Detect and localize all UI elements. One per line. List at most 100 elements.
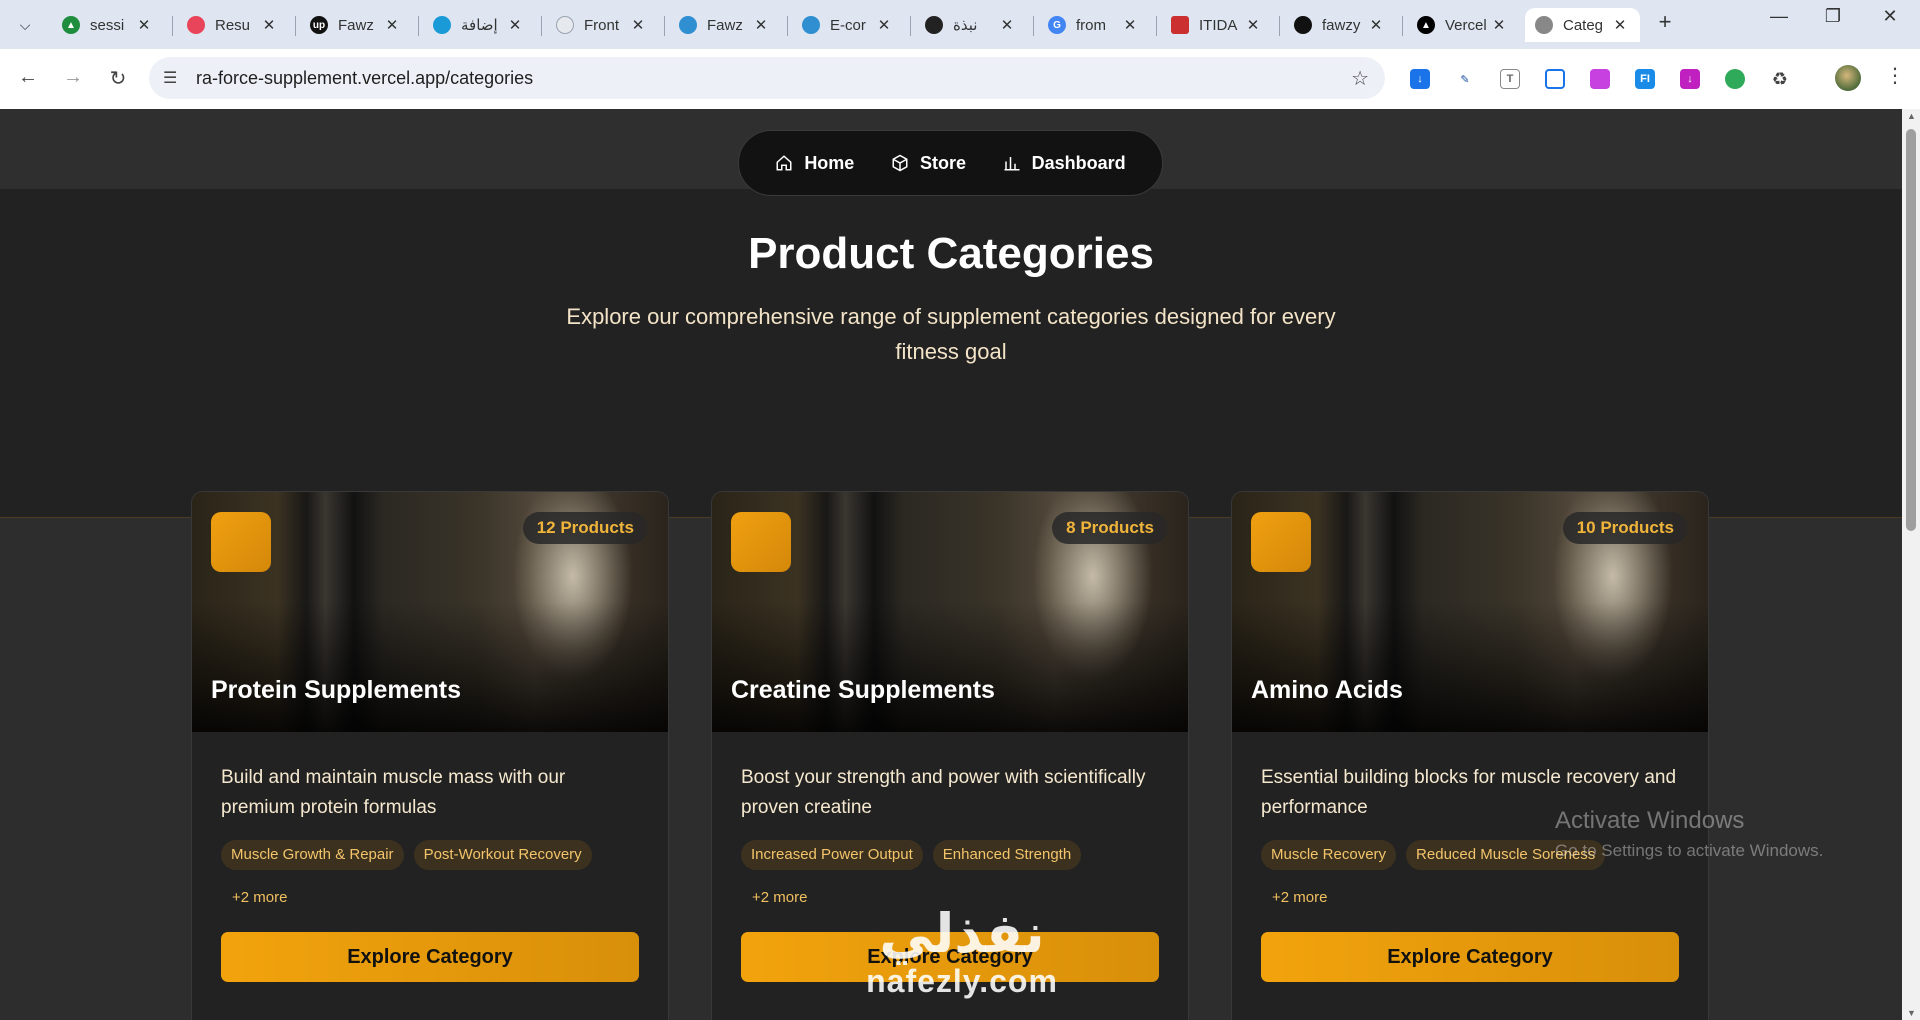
vercel-icon: ▲ (1417, 16, 1435, 34)
fi-extension-icon[interactable]: FI (1635, 69, 1655, 89)
nav-store-label: Store (919, 152, 966, 173)
nav-dashboard-label: Dashboard (1031, 152, 1126, 173)
browser-tab[interactable]: إضافة ✕ (423, 8, 535, 42)
google-icon: G (1048, 16, 1066, 34)
extensions-puzzle-icon[interactable]: ♻ (1770, 69, 1790, 89)
browser-tab[interactable]: Fawz ✕ (669, 8, 781, 42)
category-card-amino[interactable]: 10 Products Amino Acids Essential buildi… (1231, 491, 1709, 1020)
benefit-tag: Enhanced Strength (932, 840, 1082, 870)
tab-title: Categ (1563, 16, 1604, 34)
browser-tab[interactable]: ITIDA ✕ (1161, 8, 1273, 42)
box-icon (892, 154, 908, 172)
tab-title: ITIDA (1199, 16, 1238, 34)
category-description: Boost your strength and power with scien… (741, 767, 1146, 818)
close-icon[interactable]: ✕ (874, 16, 894, 34)
url-text[interactable]: ra-force-supplement.vercel.app/categorie… (196, 68, 533, 89)
address-bar-row: ← → ↻ ☰ ra-force-supplement.vercel.app/c… (0, 49, 1920, 109)
new-tab-button[interactable]: + (1650, 9, 1680, 35)
explore-category-button[interactable]: Explore Category (221, 932, 639, 982)
page-title: Product Categories (748, 229, 1154, 278)
browser-tab[interactable]: ▲ Vercel ✕ (1407, 8, 1519, 42)
watermark-arabic-text: نفذلي (879, 902, 1045, 965)
benefit-tag: Increased Power Output (741, 840, 923, 870)
close-icon[interactable]: ✕ (382, 16, 402, 34)
downloader-extension-icon[interactable]: ↓ (1680, 69, 1700, 89)
product-count-badge: 8 Products (1052, 512, 1168, 544)
category-title: Amino Acids (1251, 676, 1403, 704)
browser-tab[interactable]: G from ✕ (1038, 8, 1150, 42)
close-icon[interactable]: ✕ (1610, 16, 1630, 34)
browser-tab[interactable]: fawzy ✕ (1284, 8, 1396, 42)
vertical-scrollbar[interactable]: ▲ ▼ (1902, 109, 1920, 1020)
text-extension-icon[interactable]: T (1500, 69, 1520, 89)
close-icon[interactable]: ✕ (751, 16, 771, 34)
close-icon[interactable]: ✕ (134, 16, 154, 34)
pen-extension-icon[interactable]: ✎ (1455, 69, 1475, 89)
page-subtitle: Explore our comprehensive range of suppl… (566, 304, 1336, 364)
forward-button[interactable]: → (58, 66, 88, 89)
browser-tab[interactable]: Resu ✕ (177, 8, 289, 42)
benefit-tag: Post-Workout Recovery (413, 840, 592, 870)
nav-store-link[interactable]: Store (891, 153, 966, 174)
bar-chart-icon (1004, 157, 1020, 171)
download-extension-icon[interactable]: ↓ (1410, 69, 1430, 89)
restore-button[interactable]: ❐ (1810, 6, 1856, 27)
scroll-up-icon[interactable]: ▲ (1907, 111, 1916, 121)
category-tags: Muscle Recovery Reduced Muscle Soreness (1261, 840, 1606, 870)
tab-title: sessi (90, 16, 125, 34)
scroll-down-icon[interactable]: ▼ (1907, 1008, 1916, 1018)
nafezly-watermark-logo: نفذلي nafezly.com (852, 905, 1072, 1000)
category-icon (211, 512, 271, 572)
color-extension-icon[interactable] (1590, 69, 1610, 89)
category-card-protein[interactable]: 12 Products Protein Supplements Build an… (191, 491, 669, 1020)
browser-tab-active[interactable]: Categ ✕ (1525, 8, 1640, 42)
tab-search-button[interactable]: ⌵ (8, 9, 42, 41)
close-icon[interactable]: ✕ (1366, 16, 1386, 34)
window-close-button[interactable]: ✕ (1867, 6, 1913, 27)
category-icon (731, 512, 791, 572)
close-icon[interactable]: ✕ (1489, 16, 1509, 34)
itida-icon (1171, 16, 1189, 34)
browser-menu-icon[interactable]: ⋮ (1885, 63, 1905, 88)
page-viewport: Home Store Dashboard Product Categories … (0, 109, 1902, 1020)
reload-button[interactable]: ↻ (103, 66, 133, 91)
android-extension-icon[interactable] (1725, 69, 1745, 89)
scrollbar-thumb[interactable] (1906, 129, 1916, 531)
category-tags: Muscle Growth & Repair Post-Workout Reco… (221, 840, 592, 870)
back-button[interactable]: ← (13, 66, 43, 89)
browser-tab[interactable]: ▲ sessi ✕ (52, 8, 164, 42)
close-icon[interactable]: ✕ (505, 16, 525, 34)
close-icon[interactable]: ✕ (1120, 16, 1140, 34)
tab-title: Vercel (1445, 16, 1487, 34)
browser-tab[interactable]: up Fawz ✕ (300, 8, 412, 42)
tab-title: from (1076, 16, 1106, 34)
bookmark-star-icon[interactable]: ☆ (1351, 66, 1369, 91)
browser-tab[interactable]: E-cor ✕ (792, 8, 904, 42)
tab-title: Fawz (707, 16, 743, 34)
openai-icon (925, 16, 943, 34)
close-icon[interactable]: ✕ (259, 16, 279, 34)
browser-tab[interactable]: نبذة ✕ (915, 8, 1027, 42)
activate-title: Activate Windows (1555, 807, 1745, 834)
product-count-badge: 10 Products (1562, 512, 1688, 544)
close-icon[interactable]: ✕ (628, 16, 648, 34)
nav-home-link[interactable]: Home (775, 153, 854, 174)
profile-avatar[interactable] (1835, 65, 1861, 91)
hero-section: Product Categories Explore our comprehen… (0, 189, 1902, 518)
copy-extension-icon[interactable] (1545, 69, 1565, 89)
explore-category-button[interactable]: Explore Category (1261, 932, 1679, 982)
minimize-button[interactable]: — (1756, 6, 1802, 27)
close-icon[interactable]: ✕ (997, 16, 1017, 34)
address-bar[interactable]: ☰ ra-force-supplement.vercel.app/categor… (149, 57, 1385, 99)
globe-icon (1535, 16, 1553, 34)
site-settings-icon[interactable]: ☰ (163, 68, 177, 88)
resume-icon (187, 16, 205, 34)
close-icon[interactable]: ✕ (1243, 16, 1263, 34)
more-tags-label: +2 more (232, 889, 288, 906)
upwork-icon: up (310, 16, 328, 34)
browser-tab-strip: ⌵ ▲ sessi ✕ Resu ✕ up Fawz ✕ إضافة ✕ Fro… (0, 0, 1920, 49)
category-icon (1251, 512, 1311, 572)
nav-home-label: Home (804, 152, 855, 173)
nav-dashboard-link[interactable]: Dashboard (1003, 153, 1126, 174)
browser-tab[interactable]: Front ✕ (546, 8, 658, 42)
